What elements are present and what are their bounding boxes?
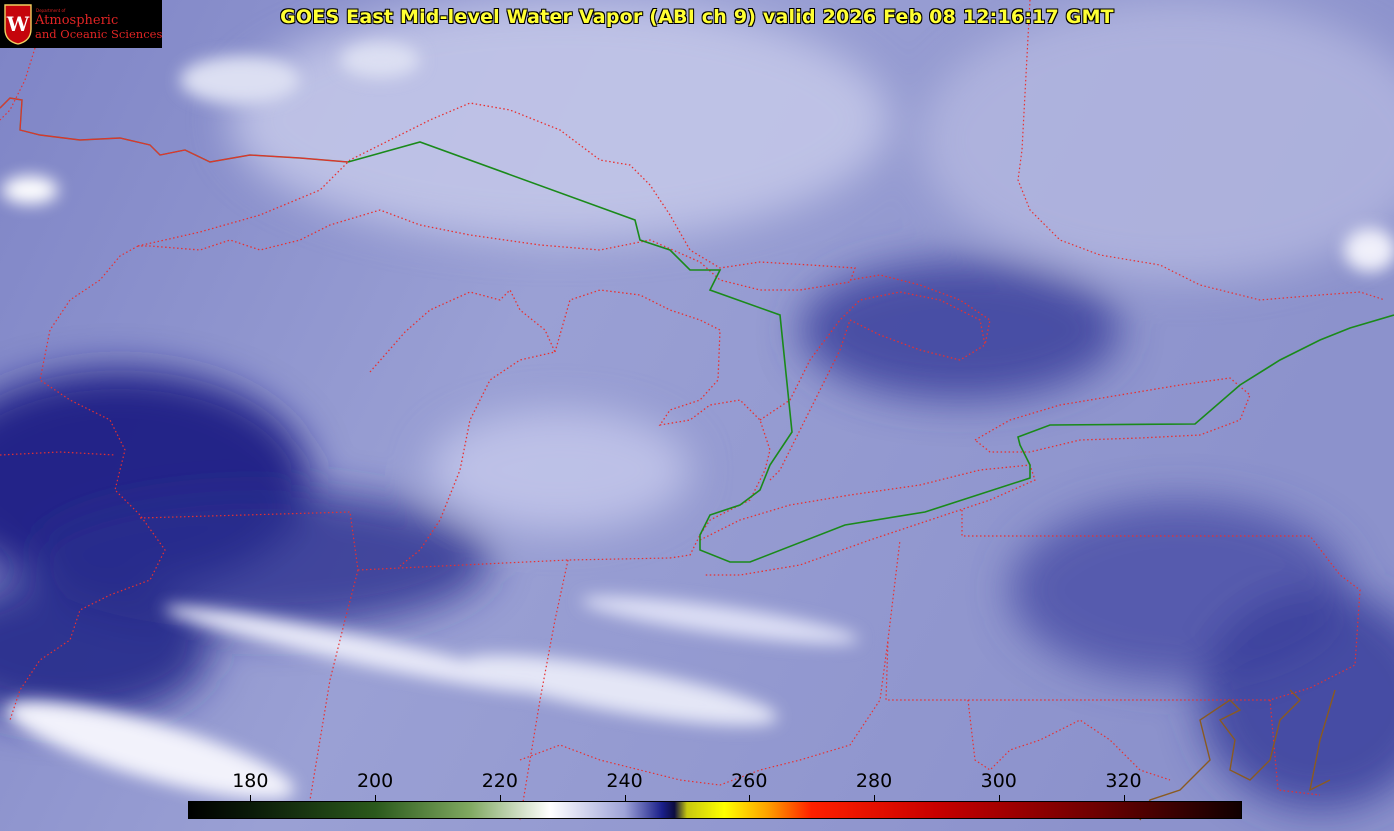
image-title: GOES East Mid-level Water Vapor (ABI ch … xyxy=(280,6,1114,28)
colorbar-tick-label: 280 xyxy=(855,770,893,792)
water-vapor-map xyxy=(0,0,1394,831)
temperature-colorbar xyxy=(188,801,1242,819)
colorbar-tick-label: 300 xyxy=(980,770,1017,792)
logo-line2: and Oceanic Sciences xyxy=(35,27,163,41)
colorbar-tick-label: 180 xyxy=(232,770,269,792)
colorbar-tick-label: 260 xyxy=(731,770,768,792)
colorbar-tick-label: 200 xyxy=(356,770,394,792)
satellite-image-viewer: W Department of Atmospheric and Oceanic … xyxy=(0,0,1394,831)
colorbar-tick-label: 220 xyxy=(481,770,518,792)
colorbar-tick-label: 320 xyxy=(1105,770,1142,792)
colorbar-tick-label: 240 xyxy=(606,770,643,792)
